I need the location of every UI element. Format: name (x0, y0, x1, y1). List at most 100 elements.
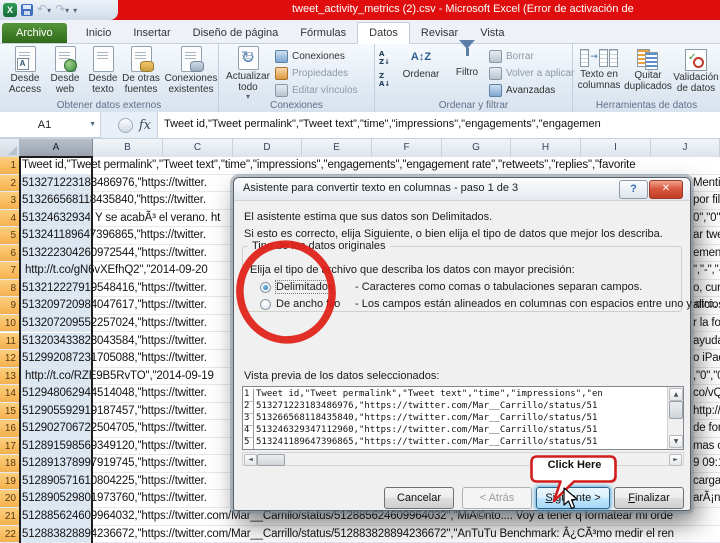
row-header-6[interactable]: 6 (0, 245, 20, 262)
quitar-duplicados-button[interactable]: Quitar duplicados (625, 46, 671, 98)
row-header-15[interactable]: 15 (0, 403, 20, 420)
row-header-10[interactable]: 10 (0, 315, 20, 332)
column-header-I[interactable]: I (581, 139, 651, 157)
back-button[interactable]: < Atrás (462, 487, 532, 509)
filter-options-stack: Borrar Volver a aplicar Avanzadas (489, 48, 574, 99)
sort-za-icon[interactable]: ZA↓ (379, 72, 395, 88)
column-header-G[interactable]: G (442, 139, 511, 157)
scroll-left-icon[interactable]: ◄ (244, 454, 257, 466)
help-button[interactable]: ? (619, 180, 648, 199)
scroll-right-icon[interactable]: ► (669, 454, 682, 466)
cell-text: 513207209552257024,"https://twitter. (22, 315, 207, 332)
tab-diseno-de-pagina[interactable]: Diseño de página (182, 23, 290, 43)
row-header-14[interactable]: 14 (0, 385, 20, 402)
data-preview-box[interactable]: 1Tweet id,"Tweet permalink","Tweet text"… (242, 386, 684, 450)
tab-datos[interactable]: Datos (357, 22, 410, 44)
selection-border-top (19, 156, 93, 158)
tab-inicio[interactable]: Inicio (75, 23, 123, 43)
row-header-21[interactable]: 21 (0, 508, 20, 525)
cell-text: Tweet id,"Tweet permalink","Tweet text",… (22, 157, 635, 174)
conexiones-button[interactable]: Conexiones (275, 48, 358, 65)
preview-line-text: 513266568118435840,"https://twitter.com/… (256, 413, 597, 425)
row-header-7[interactable]: 7 (0, 262, 20, 279)
row-header-17[interactable]: 17 (0, 438, 20, 455)
column-header-H[interactable]: H (511, 139, 581, 157)
row-right-fragment: co/vQg0 (693, 385, 720, 402)
column-header-F[interactable]: F (372, 139, 442, 157)
avanzadas-button[interactable]: Avanzadas (489, 82, 574, 99)
actualizar-todo-button[interactable]: ↻ Actualizar todo ▾ (225, 46, 271, 98)
editar-vinculos-button[interactable]: Editar vínculos (275, 82, 358, 99)
row-header-22[interactable]: 22 (0, 526, 20, 543)
column-header-A[interactable]: A (20, 139, 93, 157)
table-row[interactable]: 512883828894236672,"https://twitter.com/… (0, 526, 720, 543)
row-header-18[interactable]: 18 (0, 455, 20, 472)
validacion-de-datos-button[interactable]: Validación de datos (673, 46, 719, 98)
cell-text: 513241189647396865,"https://twitter. (22, 227, 206, 244)
column-header-B[interactable]: B (93, 139, 163, 157)
clear-filter-icon (489, 50, 502, 63)
finish-button[interactable]: Finalizar (614, 487, 684, 509)
sort-az-icon[interactable]: AZ↓ (379, 50, 395, 66)
row-right-fragment: cargar co (693, 473, 720, 490)
save-icon[interactable] (21, 4, 33, 16)
row-header-20[interactable]: 20 (0, 490, 20, 507)
cell-text: http://t.co/RZE9B5RvTO","2014-09-19 (22, 368, 214, 385)
row-header-2[interactable]: 2 (0, 175, 20, 192)
tab-vista[interactable]: Vista (469, 23, 515, 43)
delimited-radio-desc: - Caracteres como comas o tabulaciones s… (355, 281, 642, 293)
cell-text: 512890571610804225,"https://twitter. (22, 473, 207, 490)
filtro-button[interactable]: Filtro (447, 46, 487, 98)
row-header-4[interactable]: 4 (0, 210, 20, 227)
column-header-C[interactable]: C (163, 139, 233, 157)
tab-archivo[interactable]: Archivo (2, 23, 67, 43)
row-header-13[interactable]: 13 (0, 368, 20, 385)
refresh-all-icon: ↻ (238, 46, 259, 70)
scroll-up-icon[interactable]: ▲ (669, 388, 683, 401)
hscroll-thumb[interactable] (257, 454, 285, 466)
texto-en-columnas-button[interactable]: → Texto en columnas (575, 46, 623, 98)
row-header-5[interactable]: 5 (0, 227, 20, 244)
fx-icon: fx (139, 118, 151, 133)
row-header-19[interactable]: 19 (0, 473, 20, 490)
scroll-down-icon[interactable]: ▼ (669, 435, 683, 448)
row-header-3[interactable]: 3 (0, 192, 20, 209)
qat-dropdown-icon[interactable]: ▾ (73, 6, 77, 15)
preview-vertical-scrollbar[interactable]: ▲ ▼ (667, 387, 683, 449)
sort-buttons: AZ↓ ZA↓ (379, 50, 395, 88)
dialog-title-bar[interactable]: Asistente para convertir texto en column… (234, 178, 690, 201)
row-header-11[interactable]: 11 (0, 333, 20, 350)
row-header-1[interactable]: 1 (0, 157, 20, 174)
conexiones-existentes-button[interactable]: Conexiones existentes (166, 46, 216, 98)
redo-icon[interactable]: ↷▾ (55, 0, 69, 21)
insert-function-icon[interactable] (118, 118, 133, 133)
select-all-corner[interactable] (0, 139, 20, 157)
row-right-fragment: o iPad c (693, 350, 720, 367)
table-row[interactable]: Tweet id,"Tweet permalink","Tweet text",… (0, 157, 720, 175)
borrar-button[interactable]: Borrar (489, 48, 574, 65)
volver-a-aplicar-button[interactable]: Volver a aplicar (489, 65, 574, 82)
group-label: Conexiones (219, 100, 374, 111)
name-box-dropdown-icon[interactable]: ▼ (89, 121, 100, 128)
propiedades-button[interactable]: Propiedades (275, 65, 358, 82)
undo-icon[interactable]: ↶▾ (37, 0, 51, 21)
row-header-12[interactable]: 12 (0, 350, 20, 367)
column-header-D[interactable]: D (233, 139, 302, 157)
column-header-E[interactable]: E (302, 139, 372, 157)
ordenar-button[interactable]: A↕Z Ordenar (397, 46, 445, 98)
tab-insertar[interactable]: Insertar (122, 23, 181, 43)
formula-input[interactable]: Tweet id,"Tweet permalink","Tweet text",… (157, 112, 720, 138)
name-box[interactable]: A1 ▼ (0, 112, 101, 138)
tab-formulas[interactable]: Fórmulas (289, 23, 357, 43)
de-otras-fuentes-button[interactable]: De otras fuentes (118, 46, 164, 98)
close-button[interactable]: ✕ (649, 180, 683, 199)
cell-text: 512890529801973760,"https://twitter. (22, 490, 207, 507)
cell-text: 512905592919187457,"https://twitter. (22, 403, 207, 420)
cancel-button[interactable]: Cancelar (384, 487, 454, 509)
text-file-icon (93, 46, 114, 72)
row-header-8[interactable]: 8 (0, 280, 20, 297)
column-header-J[interactable]: J (651, 139, 720, 157)
vscroll-thumb[interactable] (669, 401, 683, 419)
row-header-9[interactable]: 9 (0, 297, 20, 314)
row-header-16[interactable]: 16 (0, 420, 20, 437)
